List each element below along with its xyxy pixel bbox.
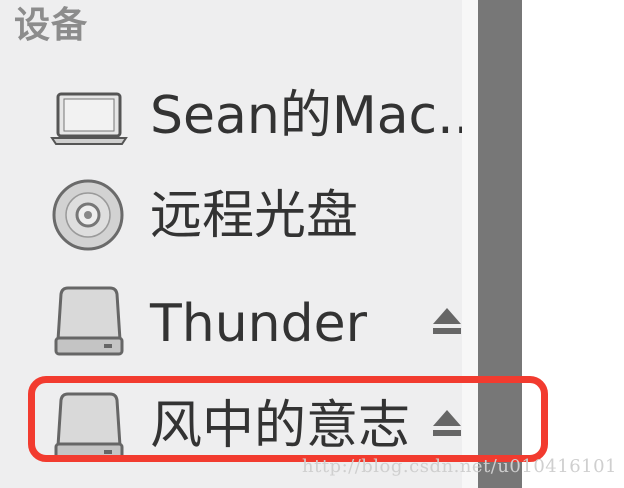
external-drive-icon (54, 286, 124, 356)
section-header-devices: 设备 (14, 5, 89, 46)
highlight-annotation (28, 376, 548, 462)
optical-disc-icon (52, 179, 124, 251)
sidebar-item-remote-disc[interactable]: 远程光盘 (0, 166, 462, 266)
sidebar-item-mac[interactable]: Sean的Mac... (0, 66, 487, 166)
sidebar-item-label: Sean的Mac... (150, 86, 487, 146)
laptop-icon (50, 92, 128, 145)
sidebar-item-label: Thunder (150, 294, 368, 354)
eject-icon[interactable] (430, 304, 464, 338)
sidebar-item-thunder[interactable]: Thunder (0, 270, 462, 370)
watermark-text: http://blog.csdn.net/u010416101 (302, 456, 617, 477)
sidebar-item-label: 远程光盘 (150, 186, 359, 246)
